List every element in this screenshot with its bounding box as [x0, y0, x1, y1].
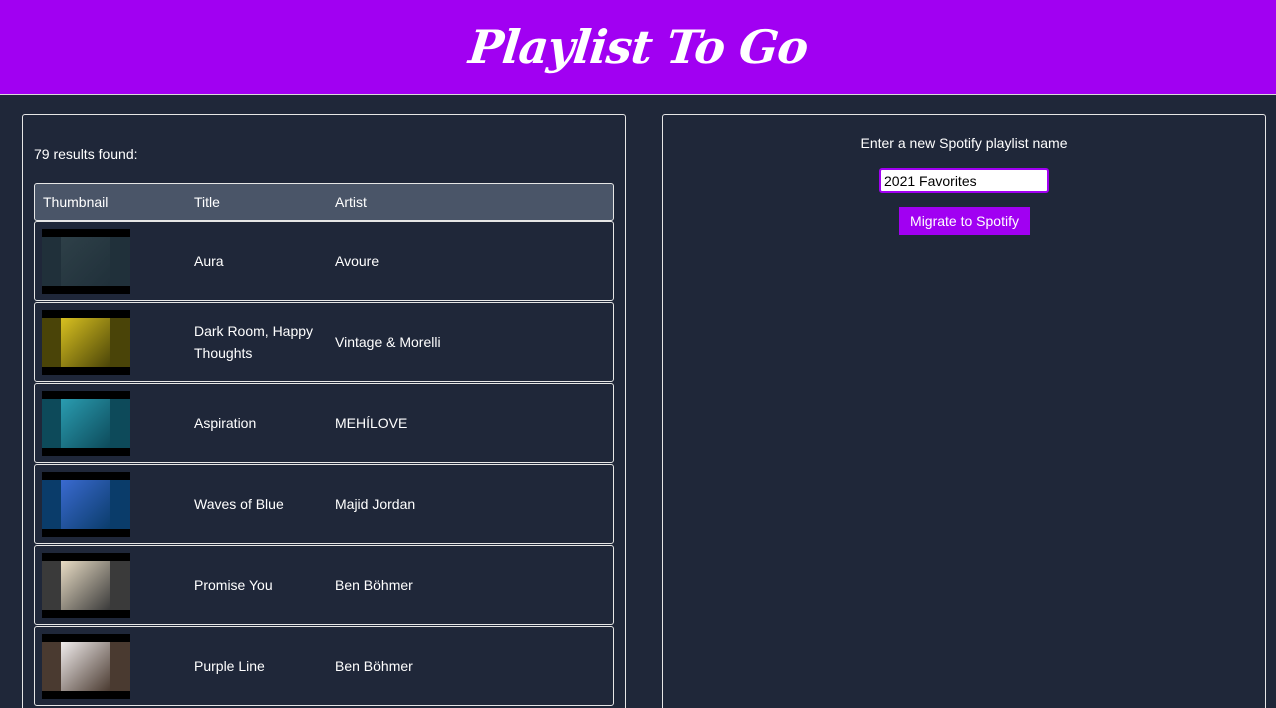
table-row[interactable]: Waves of Blue Majid Jordan: [34, 464, 614, 544]
playlist-name-prompt: Enter a new Spotify playlist name: [860, 135, 1068, 151]
track-thumbnail: [42, 229, 130, 294]
results-table-header: Thumbnail Title Artist: [34, 183, 614, 221]
track-title: Dark Room, Happy Thoughts: [194, 323, 314, 361]
track-artist: Avoure: [335, 253, 380, 269]
table-row[interactable]: Purple Line Ben Böhmer: [34, 626, 614, 706]
table-row[interactable]: Aspiration MEHÍLOVE: [34, 383, 614, 463]
track-thumbnail: [42, 391, 130, 456]
app-header: Playlist To Go: [0, 0, 1276, 95]
track-thumbnail: [42, 472, 130, 537]
table-row[interactable]: Promise You Ben Böhmer: [34, 545, 614, 625]
track-title: Aspiration: [194, 415, 257, 431]
track-artist: Vintage & Morelli: [335, 334, 441, 350]
table-row[interactable]: Dark Room, Happy Thoughts Vintage & Morel…: [34, 302, 614, 382]
track-title: Promise You: [194, 577, 273, 593]
track-title: Purple Line: [194, 658, 265, 674]
track-artist: Ben Böhmer: [335, 577, 413, 593]
table-row[interactable]: Aura Avoure: [34, 221, 614, 301]
track-thumbnail: [42, 310, 130, 375]
migrate-to-spotify-button[interactable]: Migrate to Spotify: [899, 207, 1030, 235]
column-header-artist: Artist: [335, 194, 367, 210]
track-artist: Ben Böhmer: [335, 658, 413, 674]
track-title: Aura: [194, 253, 224, 269]
track-thumbnail: [42, 634, 130, 699]
track-artist: Majid Jordan: [335, 496, 416, 512]
track-artist: MEHÍLOVE: [335, 415, 408, 431]
column-header-title: Title: [194, 194, 220, 210]
column-header-thumbnail: Thumbnail: [43, 194, 109, 210]
playlist-name-input[interactable]: [879, 168, 1049, 193]
app-logo: Playlist To Go: [465, 20, 810, 74]
results-panel: 79 results found: Thumbnail Title Artist…: [22, 114, 626, 708]
track-thumbnail: [42, 553, 130, 618]
migrate-panel: Enter a new Spotify playlist name Migrat…: [662, 114, 1266, 708]
track-title: Waves of Blue: [194, 496, 284, 512]
results-count: 79 results found:: [34, 146, 138, 162]
